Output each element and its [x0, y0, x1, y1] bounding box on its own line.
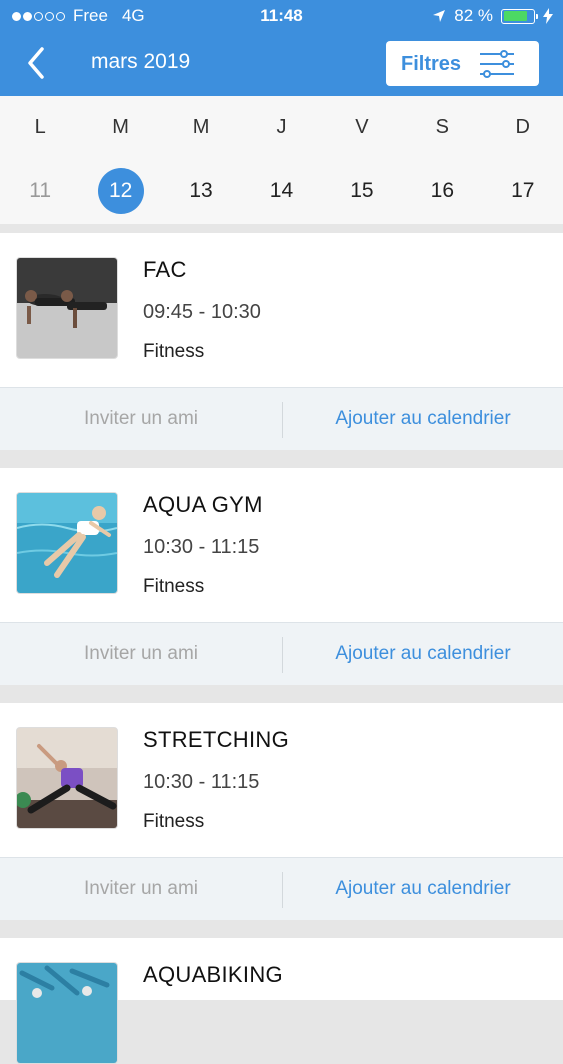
weekday-label: M: [112, 116, 129, 138]
class-card[interactable]: STRETCHING 10:30 - 11:15 Fitness Inviter…: [0, 703, 563, 920]
card-actions: Inviter un ami Ajouter au calendrier: [0, 622, 563, 685]
chevron-left-icon: [28, 47, 44, 79]
filters-button[interactable]: Filtres: [386, 41, 539, 86]
date-button[interactable]: 11: [0, 168, 80, 214]
battery-icon: [501, 8, 538, 24]
class-title: AQUABIKING: [143, 962, 283, 987]
status-bar: Free 4G 11:48 82 %: [0, 0, 563, 32]
date-button[interactable]: 16: [402, 168, 482, 214]
date-button[interactable]: 14: [241, 168, 321, 214]
sliders-icon: [480, 50, 514, 78]
date-number: 17: [511, 179, 535, 202]
date-number: 13: [189, 179, 213, 202]
back-button[interactable]: [22, 42, 62, 86]
class-title: FAC: [143, 257, 187, 282]
class-card[interactable]: FAC 09:45 - 10:30 Fitness Inviter un ami…: [0, 233, 563, 450]
weekday-label: V: [355, 116, 369, 138]
date-number: 15: [350, 179, 374, 202]
weekday-label: L: [34, 116, 46, 138]
class-time: 10:30 - 11:15: [143, 771, 260, 793]
invite-friend-button[interactable]: Inviter un ami: [0, 388, 282, 450]
weekday-label: D: [515, 116, 530, 138]
card-actions: Inviter un ami Ajouter au calendrier: [0, 387, 563, 450]
class-thumbnail: [16, 727, 118, 829]
invite-friend-button[interactable]: Inviter un ami: [0, 623, 282, 685]
date-button[interactable]: 17: [483, 168, 563, 214]
add-to-calendar-button[interactable]: Ajouter au calendrier: [283, 388, 563, 450]
class-thumbnail: [16, 257, 118, 359]
add-to-calendar-button[interactable]: Ajouter au calendrier: [283, 858, 563, 920]
date-number: 11: [29, 179, 52, 202]
class-time: 10:30 - 11:15: [143, 536, 260, 558]
invite-friend-button[interactable]: Inviter un ami: [0, 858, 282, 920]
class-title: AQUA GYM: [143, 492, 263, 517]
battery-percent: 82 %: [454, 6, 493, 25]
class-thumbnail: [16, 492, 118, 594]
charging-bolt-icon: [543, 8, 553, 24]
class-time: 09:45 - 10:30: [143, 301, 261, 323]
class-title: STRETCHING: [143, 727, 289, 752]
add-to-calendar-button[interactable]: Ajouter au calendrier: [283, 623, 563, 685]
class-thumbnail: [16, 962, 118, 1064]
weekday-label: M: [192, 116, 210, 138]
date-number: 16: [430, 179, 454, 202]
class-category: Fitness: [143, 576, 205, 597]
status-right: 82 %: [432, 6, 553, 26]
nav-bar: mars 2019 Filtres: [0, 32, 563, 96]
date-number: 14: [269, 179, 294, 202]
filters-label: Filtres: [401, 53, 462, 75]
date-button[interactable]: 15: [322, 168, 402, 214]
page-title: mars 2019: [91, 50, 191, 73]
date-button[interactable]: 13: [161, 168, 241, 214]
date-number: 12: [97, 168, 144, 214]
week-calendar: L M M J V S D 11 12 13 14 15 16 17: [0, 96, 563, 224]
weekday-label: J: [276, 116, 287, 138]
location-arrow-icon: [433, 10, 446, 22]
dates-row: 11 12 13 14 15 16 17: [0, 168, 563, 214]
class-card[interactable]: AQUA GYM 10:30 - 11:15 Fitness Inviter u…: [0, 468, 563, 685]
card-actions: Inviter un ami Ajouter au calendrier: [0, 857, 563, 920]
weekday-label: S: [435, 116, 449, 138]
date-button-selected[interactable]: 12: [80, 168, 160, 214]
class-category: Fitness: [143, 811, 205, 832]
weekday-row: L M M J V S D: [0, 116, 563, 139]
class-category: Fitness: [143, 341, 205, 362]
class-card[interactable]: AQUABIKING: [0, 938, 563, 1064]
